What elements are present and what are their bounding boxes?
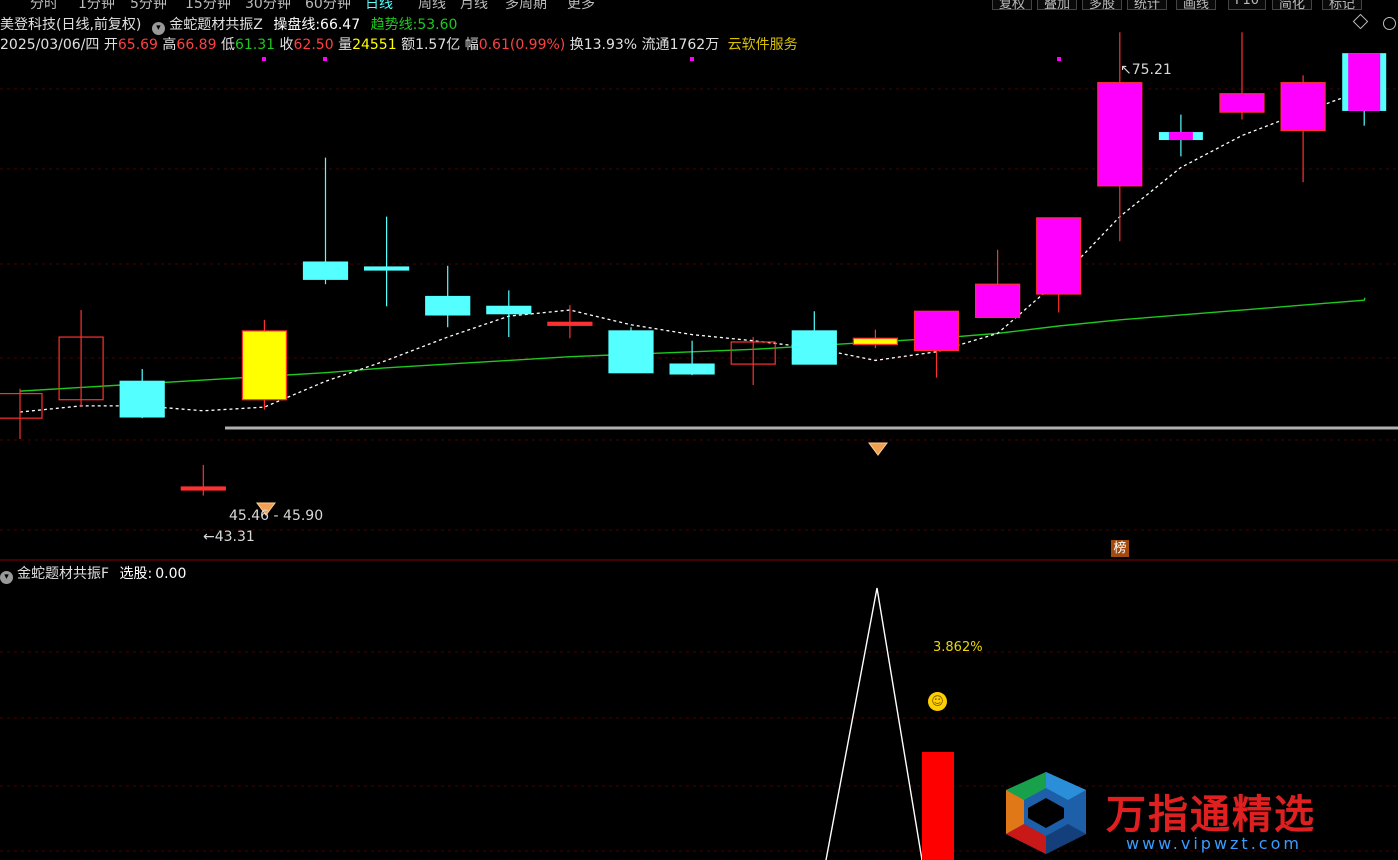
signal-dot: [690, 57, 694, 61]
candle-body: [0, 392, 43, 419]
bang-label: 榜: [1113, 541, 1127, 556]
candle-body: [791, 330, 837, 365]
candle-body: [180, 486, 226, 491]
candle-body: [241, 330, 287, 401]
candle-body-inner: [1348, 53, 1381, 111]
candle-body: [1036, 217, 1082, 295]
max-price-label: ↖75.21: [1120, 62, 1172, 78]
candle-body: [364, 266, 410, 271]
sub-red-bar: [922, 752, 954, 860]
gem-icon: [868, 442, 888, 456]
candle-body: [669, 363, 715, 375]
sub-panel-header: ▾ 金蛇题材共振F 选股: 0.00: [0, 563, 186, 584]
kline-chart: ↖75.21 ←43.31 45.46 - 45.90: [0, 32, 1398, 860]
chevron-down-icon[interactable]: ▾: [0, 571, 13, 584]
candle-body: [425, 295, 471, 316]
candle-body: [608, 330, 654, 374]
sub-spike-line: [825, 587, 923, 860]
watermark-url: www.vipwzt.com: [1126, 834, 1302, 853]
sub-indicator-name[interactable]: 金蛇题材共振F: [17, 566, 109, 582]
range-label: 45.46 - 45.90: [229, 508, 323, 524]
signal-dot: [262, 57, 266, 61]
signal-dot: [323, 57, 327, 61]
percent-label: 3.862%: [933, 640, 983, 655]
min-price-label: ←43.31: [203, 529, 255, 545]
candle-body: [302, 261, 349, 280]
candle-body: [1219, 93, 1265, 113]
bang-badge[interactable]: 榜: [1111, 540, 1129, 557]
candle-body: [1280, 82, 1326, 132]
candle-body: [119, 380, 165, 418]
candle-body: [852, 337, 899, 346]
select-label: 选股:: [119, 566, 153, 582]
candle-body: [913, 310, 960, 352]
watermark: 万指通精选 www.vipwzt.com: [998, 768, 1398, 860]
signal-dot: [1057, 57, 1061, 61]
smiley-icon: ☺: [928, 692, 947, 711]
select-value: 0.00: [155, 566, 187, 582]
candle-body: [974, 283, 1021, 318]
candle-body: [547, 321, 593, 326]
candle-body-inner: [1168, 132, 1193, 141]
watermark-text: 万指通精选: [1106, 792, 1316, 838]
watermark-logo-icon: [1006, 772, 1086, 854]
candle-body: [1097, 82, 1143, 187]
candle-body: [486, 305, 532, 315]
